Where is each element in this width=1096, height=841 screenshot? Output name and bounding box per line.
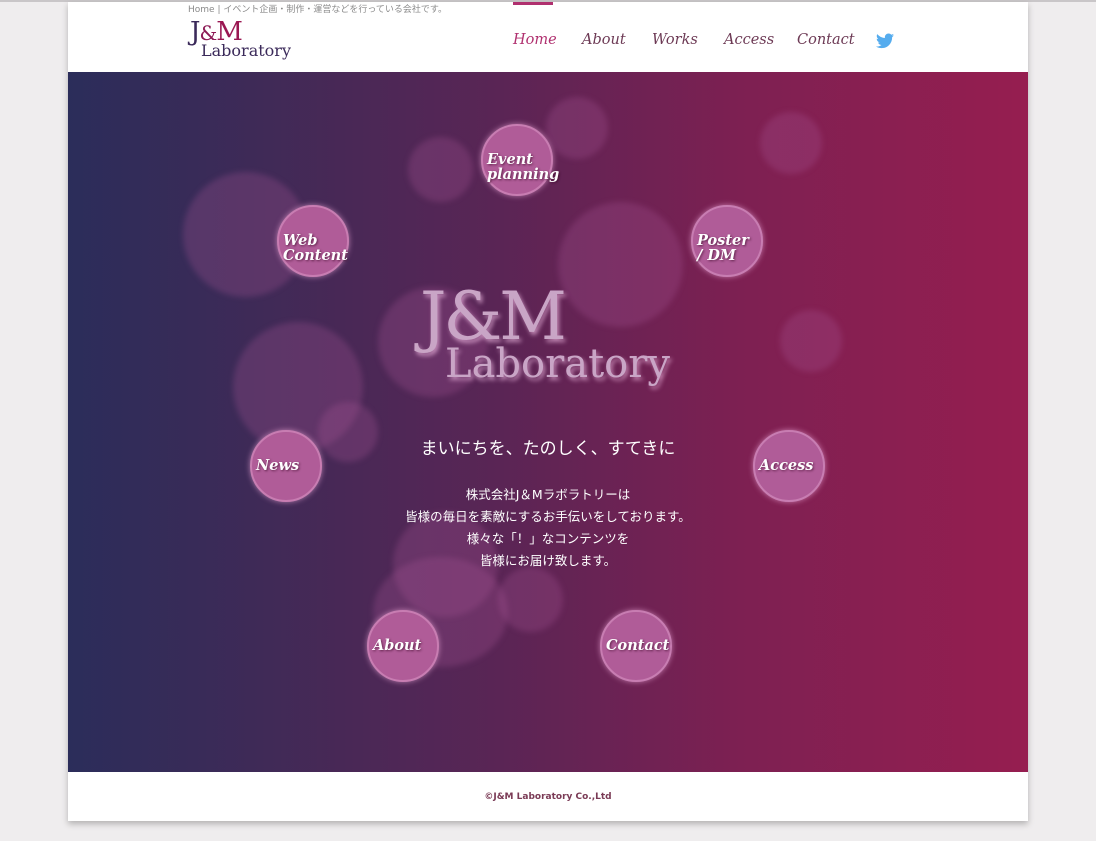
description-line: 皆様にお届け致します。 [479, 553, 617, 568]
circle-web-content[interactable]: Web Content [277, 205, 349, 277]
bokeh-circle [546, 97, 608, 159]
bokeh-circle [760, 112, 822, 174]
copyright-text: ©J&M Laboratory Co.,Ltd [484, 792, 612, 802]
nav-access[interactable]: Access [724, 32, 774, 48]
circle-poster-dm-label: Poster / DM [697, 232, 749, 264]
hero-logo-laboratory: Laboratory [445, 341, 670, 387]
logo-laboratory: Laboratory [201, 41, 291, 60]
nav-about[interactable]: About [582, 32, 626, 48]
circle-news-label: News [256, 457, 300, 474]
site-logo[interactable]: J&M Laboratory [190, 18, 291, 68]
circle-event-planning-label: Event planning [487, 151, 560, 183]
circle-poster-dm[interactable]: Poster / DM [691, 205, 763, 277]
bokeh-circle [780, 310, 842, 372]
header-tagline: Home | イベント企画・制作・運営などを行っている会社です。 [188, 5, 447, 15]
circle-contact-label: Contact [606, 637, 670, 654]
hero-section: J&M Laboratory Event planning Web Conten… [68, 72, 1028, 772]
description-line: 皆様の毎日を素敵にするお手伝いをしております。 [405, 509, 691, 524]
nav-home[interactable]: Home [513, 32, 557, 48]
circle-event-planning[interactable]: Event planning [481, 124, 559, 196]
page-container: Home | イベント企画・制作・運営などを行っている会社です。 J&M Lab… [68, 2, 1028, 821]
bokeh-circle [408, 137, 473, 202]
description-line: 株式会社J＆Mラボラトリーは [465, 487, 631, 502]
hero-logo: J&M Laboratory [420, 284, 680, 404]
description-line: 様々な「！」なコンテンツを [466, 531, 630, 546]
twitter-bird-icon[interactable] [876, 33, 894, 49]
circle-contact[interactable]: Contact [600, 610, 672, 682]
circle-access-label: Access [759, 457, 814, 474]
hero-catchphrase: まいにちを、たのしく、すてきに [420, 439, 676, 459]
nav-active-indicator [513, 2, 553, 5]
nav-works[interactable]: Works [652, 32, 698, 48]
bokeh-circle [498, 567, 563, 632]
site-footer: ©J&M Laboratory Co.,Ltd [68, 772, 1028, 821]
circle-about-label: About [373, 637, 422, 654]
nav-contact[interactable]: Contact [797, 32, 855, 48]
circle-web-content-label: Web Content [283, 232, 348, 264]
site-header: Home | イベント企画・制作・運営などを行っている会社です。 J&M Lab… [68, 2, 1028, 72]
circle-about[interactable]: About [367, 610, 439, 682]
hero-description: 株式会社J＆Mラボラトリーは 皆様の毎日を素敵にするお手伝いをしております。 様… [68, 484, 1028, 572]
